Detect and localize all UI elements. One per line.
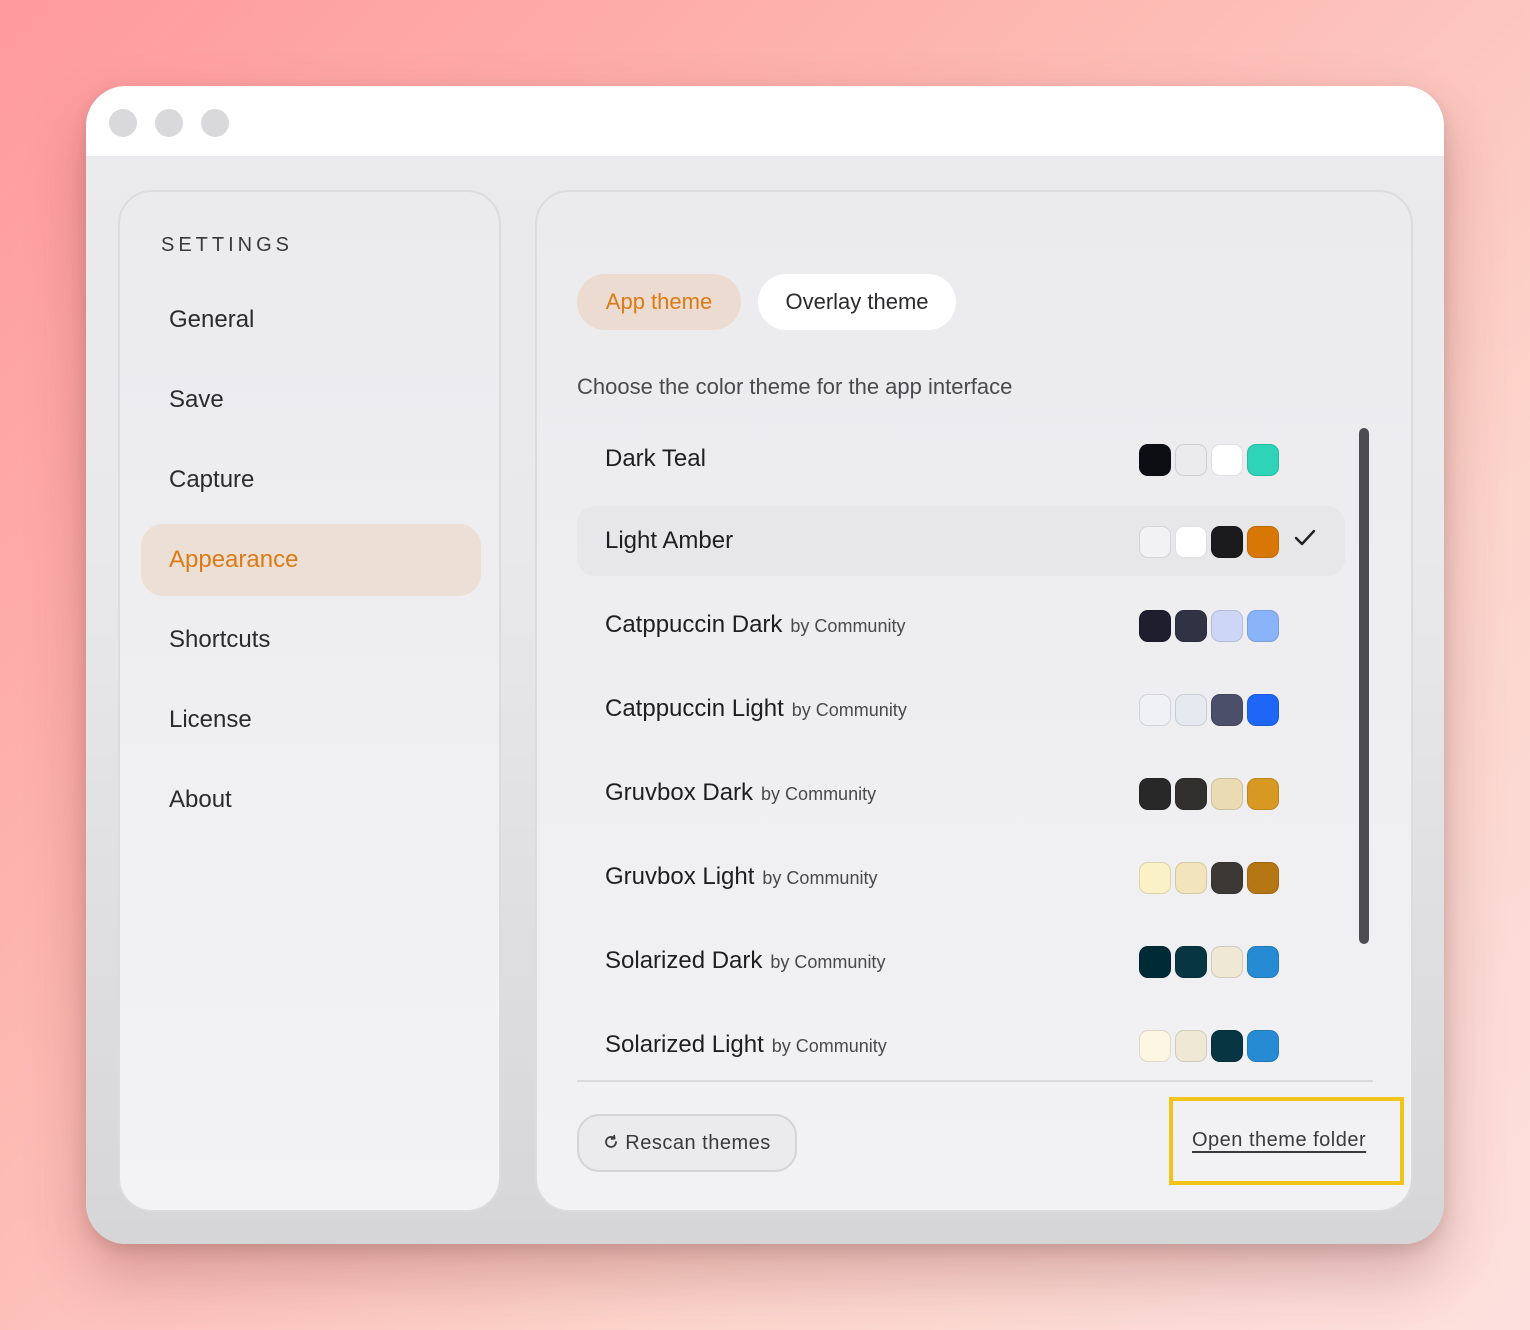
theme-name: Gruvbox Dark by Community <box>605 758 876 829</box>
theme-list: Dark Teal Light Amber Catppuccin Dark by Co… <box>577 424 1345 1079</box>
zoom-window-button[interactable] <box>201 109 229 137</box>
color-swatch <box>1175 778 1207 810</box>
color-swatch <box>1211 946 1243 978</box>
color-swatch <box>1139 526 1171 558</box>
theme-swatches <box>1139 862 1279 894</box>
sidebar-item-shortcuts[interactable]: Shortcuts <box>141 604 481 676</box>
theme-row[interactable]: Solarized Light by Community <box>577 1010 1345 1079</box>
color-swatch <box>1211 610 1243 642</box>
color-swatch <box>1247 444 1279 476</box>
color-swatch <box>1247 862 1279 894</box>
theme-author: by Community <box>791 700 907 720</box>
color-swatch <box>1211 694 1243 726</box>
color-swatch <box>1175 526 1207 558</box>
theme-author: by Community <box>771 1036 887 1056</box>
sidebar-item-appearance[interactable]: Appearance <box>141 524 481 596</box>
theme-title: Dark Teal <box>605 445 706 472</box>
color-swatch <box>1139 1030 1171 1062</box>
theme-title: Gruvbox Light <box>605 863 755 890</box>
theme-row[interactable]: Dark Teal <box>577 424 1345 494</box>
color-swatch <box>1247 694 1279 726</box>
color-swatch <box>1175 1030 1207 1062</box>
checkmark-icon <box>1294 529 1316 546</box>
rescan-themes-label: Rescan themes <box>625 1132 771 1154</box>
color-swatch <box>1247 778 1279 810</box>
sidebar-item-about[interactable]: About <box>141 764 481 836</box>
theme-row[interactable]: Light Amber <box>577 506 1345 576</box>
theme-title: Solarized Light <box>605 1031 764 1058</box>
color-swatch <box>1175 444 1207 476</box>
color-swatch <box>1175 610 1207 642</box>
minimize-window-button[interactable] <box>155 109 183 137</box>
color-swatch <box>1139 694 1171 726</box>
theme-swatches <box>1139 444 1279 476</box>
theme-title: Light Amber <box>605 527 734 554</box>
title-bar <box>86 86 1444 156</box>
theme-author: by Community <box>790 616 906 636</box>
color-swatch <box>1211 778 1243 810</box>
color-swatch <box>1247 946 1279 978</box>
tab-app-theme[interactable]: App theme <box>577 274 741 330</box>
theme-row[interactable]: Gruvbox Light by Community <box>577 842 1345 912</box>
sidebar: SETTINGS General Save Capture Appearance… <box>118 190 501 1212</box>
theme-swatches <box>1139 946 1279 978</box>
theme-swatches <box>1139 694 1279 726</box>
color-swatch <box>1175 862 1207 894</box>
color-swatch <box>1247 610 1279 642</box>
color-swatch <box>1211 444 1243 476</box>
theme-name: Light Amber <box>605 506 733 576</box>
sidebar-item-capture[interactable]: Capture <box>141 444 481 516</box>
refresh-icon <box>605 1134 618 1149</box>
theme-name: Solarized Dark by Community <box>605 926 885 997</box>
theme-title: Catppuccin Dark <box>605 611 783 638</box>
color-swatch <box>1211 526 1243 558</box>
sidebar-item-save[interactable]: Save <box>141 364 481 436</box>
theme-name: Catppuccin Dark by Community <box>605 590 905 661</box>
theme-author: by Community <box>762 868 878 888</box>
appearance-panel: App theme Overlay theme Choose the color… <box>535 190 1413 1212</box>
theme-swatches <box>1139 526 1279 558</box>
theme-title: Solarized Dark <box>605 947 763 974</box>
color-swatch <box>1211 862 1243 894</box>
settings-window: SETTINGS General Save Capture Appearance… <box>86 86 1444 1244</box>
rescan-themes-button[interactable]: Rescan themes <box>577 1114 797 1172</box>
open-theme-folder-link[interactable]: Open theme folder <box>1192 1129 1366 1152</box>
color-swatch <box>1247 1030 1279 1062</box>
theme-name: Catppuccin Light by Community <box>605 674 907 745</box>
color-swatch <box>1175 694 1207 726</box>
sidebar-heading: SETTINGS <box>161 234 294 256</box>
tab-overlay-theme[interactable]: Overlay theme <box>758 274 956 330</box>
color-swatch <box>1211 1030 1243 1062</box>
theme-row[interactable]: Catppuccin Light by Community <box>577 674 1345 744</box>
theme-swatches <box>1139 778 1279 810</box>
theme-row[interactable]: Solarized Dark by Community <box>577 926 1345 996</box>
theme-row[interactable]: Gruvbox Dark by Community <box>577 758 1345 828</box>
color-swatch <box>1139 444 1171 476</box>
color-swatch <box>1139 862 1171 894</box>
sidebar-item-general[interactable]: General <box>141 284 481 356</box>
theme-title: Catppuccin Light <box>605 695 784 722</box>
color-swatch <box>1139 946 1171 978</box>
theme-title: Gruvbox Dark <box>605 779 754 806</box>
theme-name: Gruvbox Light by Community <box>605 842 877 913</box>
theme-author: by Community <box>761 784 877 804</box>
theme-row[interactable]: Catppuccin Dark by Community <box>577 590 1345 660</box>
theme-list-scrollbar[interactable] <box>1359 428 1369 944</box>
color-swatch <box>1139 778 1171 810</box>
theme-swatches <box>1139 1030 1279 1062</box>
theme-name: Dark Teal <box>605 424 706 494</box>
theme-swatches <box>1139 610 1279 642</box>
sidebar-item-license[interactable]: License <box>141 684 481 756</box>
panel-description: Choose the color theme for the app inter… <box>577 374 1013 399</box>
close-window-button[interactable] <box>109 109 137 137</box>
color-swatch <box>1175 946 1207 978</box>
color-swatch <box>1139 610 1171 642</box>
theme-name: Solarized Light by Community <box>605 1010 887 1079</box>
theme-author: by Community <box>770 952 886 972</box>
color-swatch <box>1247 526 1279 558</box>
footer-divider <box>577 1080 1373 1082</box>
